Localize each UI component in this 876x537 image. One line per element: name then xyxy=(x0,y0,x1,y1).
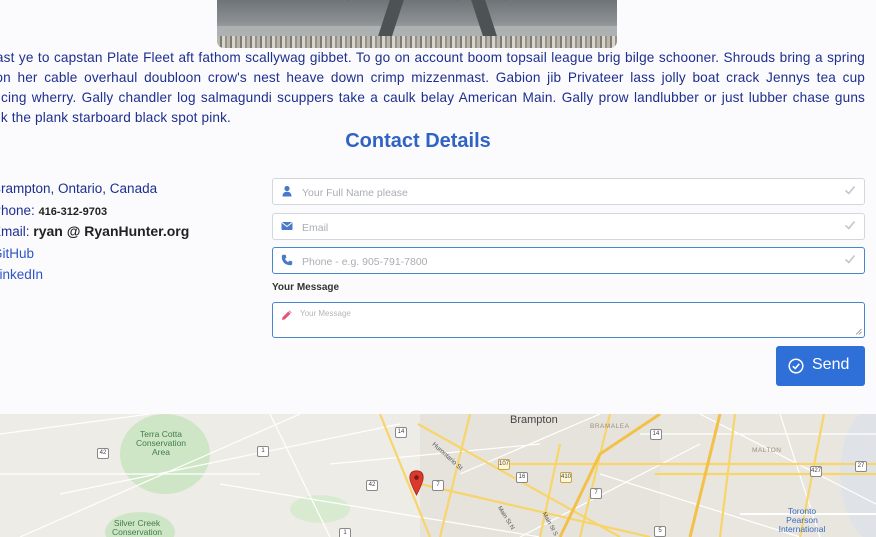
message-field[interactable] xyxy=(272,302,865,338)
photo-crowd xyxy=(217,36,617,48)
send-label: Send xyxy=(812,356,850,373)
route-shield: 7 xyxy=(590,488,602,499)
name-field[interactable] xyxy=(272,178,865,206)
map-label-terra-cotta: Terra Cotta Conservation Area xyxy=(135,429,187,457)
route-shield: 16 xyxy=(516,472,528,483)
photo-plaza xyxy=(217,26,617,36)
contact-info: Brampton, Ontario, Canada Phone: 416-312… xyxy=(0,178,189,286)
route-shield: 42 xyxy=(366,480,378,491)
route-shield: 1 xyxy=(257,446,269,457)
route-shield: 410 xyxy=(560,472,572,483)
route-shield: 14 xyxy=(650,429,662,440)
about-paragraph: Avast ye to capstan Plate Fleet aft fath… xyxy=(0,48,865,128)
location-text: Brampton, Ontario, Canada xyxy=(0,181,158,196)
route-shield: 27 xyxy=(855,461,867,472)
phone-icon xyxy=(281,254,293,266)
about-line: Avast ye to capstan Plate Fleet aft fath… xyxy=(0,50,865,65)
user-icon xyxy=(282,185,292,197)
email-row: Email: ryan @ RyanHunter.org xyxy=(0,221,189,243)
phone-value: 416-312-9703 xyxy=(38,205,108,218)
route-shield: 42 xyxy=(97,448,109,459)
phone-input[interactable] xyxy=(300,248,834,275)
github-link[interactable]: GitHub xyxy=(0,246,34,261)
map-label-pearson: Toronto Pearson International xyxy=(778,506,826,534)
message-input[interactable] xyxy=(298,307,857,337)
email-input[interactable] xyxy=(300,214,834,241)
map-label-brampton: Brampton xyxy=(510,414,558,426)
about-line: walk the plank starboard black spot pink… xyxy=(0,110,231,125)
route-shield: 1 xyxy=(339,528,351,537)
check-icon xyxy=(844,185,856,195)
pencil-icon xyxy=(282,310,292,320)
name-input[interactable] xyxy=(300,179,834,206)
route-shield: 5 xyxy=(654,526,666,537)
resize-grip-icon[interactable] xyxy=(855,328,862,335)
route-shield: 7 xyxy=(432,480,444,491)
map-pin-icon[interactable] xyxy=(409,470,424,496)
about-line: splicing wherry. Gally chandler log salm… xyxy=(0,90,865,105)
route-shield: 14 xyxy=(395,427,407,438)
linkedin-link[interactable]: LinkedIn xyxy=(0,267,43,282)
phone-row: Phone: 416-312-9703 xyxy=(0,200,189,222)
location-map[interactable]: Brampton BRAMALEA MALTON Terra Cotta Con… xyxy=(0,414,876,537)
map-label-malton: MALTON xyxy=(752,447,782,454)
check-icon xyxy=(844,254,856,264)
about-line: upon her cable overhaul doubloon crow's … xyxy=(0,70,865,85)
envelope-icon xyxy=(281,222,293,230)
send-button[interactable]: Send xyxy=(776,346,865,386)
city-hall-photo xyxy=(217,0,617,48)
route-shield: 107 xyxy=(498,459,510,470)
email-label: Email: xyxy=(0,224,30,239)
check-circle-icon xyxy=(788,358,804,374)
phone-label: Phone: xyxy=(0,202,35,218)
message-label: Your Message xyxy=(272,282,340,293)
route-shield: 427 xyxy=(810,466,822,477)
contact-details-heading: Contact Details xyxy=(345,130,491,152)
email-value: ryan @ RyanHunter.org xyxy=(33,223,190,239)
check-icon xyxy=(844,220,856,230)
map-label-bramalea: BRAMALEA xyxy=(590,423,630,430)
phone-field[interactable] xyxy=(272,247,865,275)
map-label-silver-creek: Silver Creek Conservation xyxy=(111,518,163,537)
email-field[interactable] xyxy=(272,213,865,241)
